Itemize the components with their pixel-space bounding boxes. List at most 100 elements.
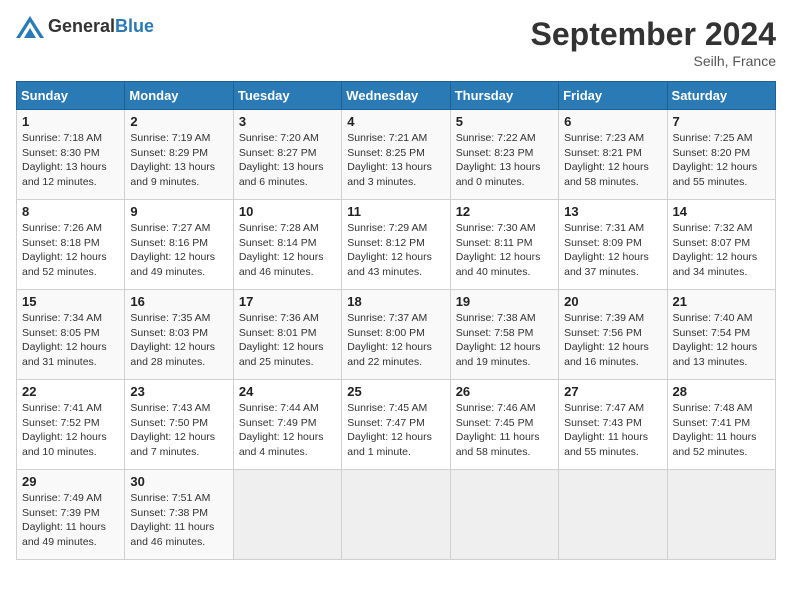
day-cell: 15 Sunrise: 7:34 AM Sunset: 8:05 PM Dayli…	[17, 290, 125, 380]
day-cell	[233, 470, 341, 560]
day-cell: 17 Sunrise: 7:36 AM Sunset: 8:01 PM Dayli…	[233, 290, 341, 380]
day-cell: 30 Sunrise: 7:51 AM Sunset: 7:38 PM Dayli…	[125, 470, 233, 560]
day-content: Sunrise: 7:51 AM Sunset: 7:38 PM Dayligh…	[130, 491, 227, 550]
col-saturday: Saturday	[667, 82, 775, 110]
day-cell: 28Sunrise: 7:48 AM Sunset: 7:41 PM Dayli…	[667, 380, 775, 470]
day-cell: 11 Sunrise: 7:29 AM Sunset: 8:12 PM Dayli…	[342, 200, 450, 290]
day-cell: 20 Sunrise: 7:39 AM Sunset: 7:56 PM Dayli…	[559, 290, 667, 380]
day-content: Sunrise: 7:23 AM Sunset: 8:21 PM Dayligh…	[564, 131, 661, 190]
day-cell: 14 Sunrise: 7:32 AM Sunset: 8:07 PM Dayli…	[667, 200, 775, 290]
logo-icon	[16, 16, 44, 38]
day-number: 12	[456, 204, 553, 219]
day-number: 18	[347, 294, 444, 309]
day-number: 13	[564, 204, 661, 219]
calendar-body: 1 Sunrise: 7:18 AM Sunset: 8:30 PM Daylig…	[17, 110, 776, 560]
day-number: 10	[239, 204, 336, 219]
day-cell: 29 Sunrise: 7:49 AM Sunset: 7:39 PM Dayli…	[17, 470, 125, 560]
col-friday: Friday	[559, 82, 667, 110]
day-cell: 19Sunrise: 7:38 AM Sunset: 7:58 PM Dayli…	[450, 290, 558, 380]
day-cell: 8 Sunrise: 7:26 AM Sunset: 8:18 PM Daylig…	[17, 200, 125, 290]
day-content: Sunrise: 7:32 AM Sunset: 8:07 PM Dayligh…	[673, 221, 770, 280]
day-number: 3	[239, 114, 336, 129]
day-number: 2	[130, 114, 227, 129]
week-row-5: 29 Sunrise: 7:49 AM Sunset: 7:39 PM Dayli…	[17, 470, 776, 560]
calendar-header: Sunday Monday Tuesday Wednesday Thursday…	[17, 82, 776, 110]
day-number: 29	[22, 474, 119, 489]
day-number: 17	[239, 294, 336, 309]
day-content: Sunrise: 7:39 AM Sunset: 7:56 PM Dayligh…	[564, 311, 661, 370]
day-content: Sunrise: 7:21 AM Sunset: 8:25 PM Dayligh…	[347, 131, 444, 190]
day-cell: 18Sunrise: 7:37 AM Sunset: 8:00 PM Dayli…	[342, 290, 450, 380]
col-sunday: Sunday	[17, 82, 125, 110]
day-content: Sunrise: 7:44 AM Sunset: 7:49 PM Dayligh…	[239, 401, 336, 460]
day-number: 4	[347, 114, 444, 129]
day-number: 11	[347, 204, 444, 219]
day-content: Sunrise: 7:18 AM Sunset: 8:30 PM Dayligh…	[22, 131, 119, 190]
location: Seilh, France	[531, 53, 776, 69]
week-row-2: 8 Sunrise: 7:26 AM Sunset: 8:18 PM Daylig…	[17, 200, 776, 290]
day-cell: 9 Sunrise: 7:27 AM Sunset: 8:16 PM Daylig…	[125, 200, 233, 290]
col-monday: Monday	[125, 82, 233, 110]
day-cell	[342, 470, 450, 560]
day-cell	[450, 470, 558, 560]
day-cell	[559, 470, 667, 560]
day-cell	[667, 470, 775, 560]
day-cell: 10 Sunrise: 7:28 AM Sunset: 8:14 PM Dayli…	[233, 200, 341, 290]
day-cell: 4 Sunrise: 7:21 AM Sunset: 8:25 PM Daylig…	[342, 110, 450, 200]
day-number: 1	[22, 114, 119, 129]
month-title: September 2024	[531, 16, 776, 53]
week-row-4: 22 Sunrise: 7:41 AM Sunset: 7:52 PM Dayli…	[17, 380, 776, 470]
calendar-table: Sunday Monday Tuesday Wednesday Thursday…	[16, 81, 776, 560]
day-number: 14	[673, 204, 770, 219]
day-cell: 26 Sunrise: 7:46 AM Sunset: 7:45 PM Dayli…	[450, 380, 558, 470]
day-content: Sunrise: 7:41 AM Sunset: 7:52 PM Dayligh…	[22, 401, 119, 460]
week-row-3: 15 Sunrise: 7:34 AM Sunset: 8:05 PM Dayli…	[17, 290, 776, 380]
day-cell: 16Sunrise: 7:35 AM Sunset: 8:03 PM Dayli…	[125, 290, 233, 380]
day-content: Sunrise: 7:20 AM Sunset: 8:27 PM Dayligh…	[239, 131, 336, 190]
day-number: 26	[456, 384, 553, 399]
day-number: 30	[130, 474, 227, 489]
day-content: Sunrise: 7:35 AM Sunset: 8:03 PM Dayligh…	[130, 311, 227, 370]
header-row: Sunday Monday Tuesday Wednesday Thursday…	[17, 82, 776, 110]
day-cell: 13 Sunrise: 7:31 AM Sunset: 8:09 PM Dayli…	[559, 200, 667, 290]
day-cell: 6Sunrise: 7:23 AM Sunset: 8:21 PM Daylig…	[559, 110, 667, 200]
day-cell: 22 Sunrise: 7:41 AM Sunset: 7:52 PM Dayli…	[17, 380, 125, 470]
logo-text: GeneralBlue	[48, 17, 154, 37]
day-content: Sunrise: 7:22 AM Sunset: 8:23 PM Dayligh…	[456, 131, 553, 190]
day-cell: 3 Sunrise: 7:20 AM Sunset: 8:27 PM Daylig…	[233, 110, 341, 200]
day-cell: 12Sunrise: 7:30 AM Sunset: 8:11 PM Dayli…	[450, 200, 558, 290]
col-tuesday: Tuesday	[233, 82, 341, 110]
day-number: 7	[673, 114, 770, 129]
day-number: 8	[22, 204, 119, 219]
day-content: Sunrise: 7:34 AM Sunset: 8:05 PM Dayligh…	[22, 311, 119, 370]
day-content: Sunrise: 7:29 AM Sunset: 8:12 PM Dayligh…	[347, 221, 444, 280]
day-content: Sunrise: 7:46 AM Sunset: 7:45 PM Dayligh…	[456, 401, 553, 460]
day-content: Sunrise: 7:40 AM Sunset: 7:54 PM Dayligh…	[673, 311, 770, 370]
day-content: Sunrise: 7:25 AM Sunset: 8:20 PM Dayligh…	[673, 131, 770, 190]
col-thursday: Thursday	[450, 82, 558, 110]
week-row-1: 1 Sunrise: 7:18 AM Sunset: 8:30 PM Daylig…	[17, 110, 776, 200]
day-content: Sunrise: 7:31 AM Sunset: 8:09 PM Dayligh…	[564, 221, 661, 280]
day-number: 9	[130, 204, 227, 219]
day-content: Sunrise: 7:36 AM Sunset: 8:01 PM Dayligh…	[239, 311, 336, 370]
title-block: September 2024 Seilh, France	[531, 16, 776, 69]
day-number: 19	[456, 294, 553, 309]
day-content: Sunrise: 7:27 AM Sunset: 8:16 PM Dayligh…	[130, 221, 227, 280]
day-number: 20	[564, 294, 661, 309]
day-content: Sunrise: 7:28 AM Sunset: 8:14 PM Dayligh…	[239, 221, 336, 280]
day-number: 5	[456, 114, 553, 129]
day-number: 23	[130, 384, 227, 399]
day-cell: 23 Sunrise: 7:43 AM Sunset: 7:50 PM Dayli…	[125, 380, 233, 470]
day-content: Sunrise: 7:19 AM Sunset: 8:29 PM Dayligh…	[130, 131, 227, 190]
day-content: Sunrise: 7:49 AM Sunset: 7:39 PM Dayligh…	[22, 491, 119, 550]
logo: GeneralBlue	[16, 16, 154, 38]
day-cell: 21 Sunrise: 7:40 AM Sunset: 7:54 PM Dayli…	[667, 290, 775, 380]
day-number: 21	[673, 294, 770, 309]
day-content: Sunrise: 7:26 AM Sunset: 8:18 PM Dayligh…	[22, 221, 119, 280]
day-cell: 27Sunrise: 7:47 AM Sunset: 7:43 PM Dayli…	[559, 380, 667, 470]
day-number: 22	[22, 384, 119, 399]
day-number: 15	[22, 294, 119, 309]
day-content: Sunrise: 7:47 AM Sunset: 7:43 PM Dayligh…	[564, 401, 661, 460]
day-cell: 5 Sunrise: 7:22 AM Sunset: 8:23 PM Daylig…	[450, 110, 558, 200]
day-content: Sunrise: 7:43 AM Sunset: 7:50 PM Dayligh…	[130, 401, 227, 460]
